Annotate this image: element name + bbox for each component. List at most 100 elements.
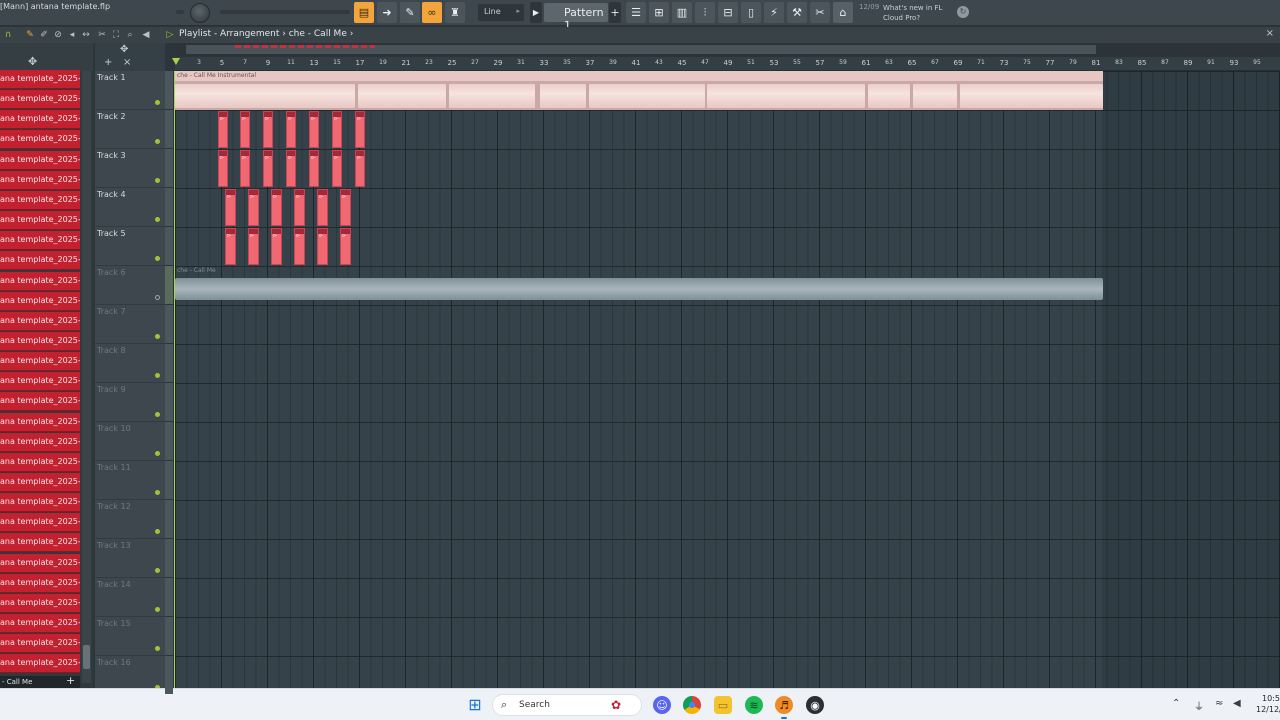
pattern-clip[interactable]: ⊳: [317, 189, 328, 226]
track-header[interactable]: Track 15: [95, 617, 165, 656]
track-header[interactable]: Track 2: [95, 110, 165, 149]
track-resize-handle[interactable]: [165, 110, 173, 148]
playlist-grid[interactable]: che - Call Me Instrumental che - Call Me…: [175, 71, 1280, 688]
track-header[interactable]: Track 1: [95, 71, 165, 110]
channel-item[interactable]: ana template_2025-1...: [0, 170, 80, 190]
channel-item[interactable]: ana template_2025-1...: [0, 634, 80, 654]
track-mute-led[interactable]: [155, 139, 160, 144]
mute-tool-icon[interactable]: ◂: [66, 29, 78, 41]
vocal-audio-clip[interactable]: che - Call Me: [175, 266, 1115, 305]
channel-item[interactable]: ana template_2025-1...: [0, 211, 80, 231]
add-pattern-icon[interactable]: +: [609, 2, 621, 23]
snap-select[interactable]: Line ▸: [478, 4, 524, 21]
channel-item[interactable]: ana template_2025-1...: [0, 291, 80, 311]
track-resize-handle[interactable]: [165, 539, 173, 577]
pattern-clip[interactable]: ⊳: [248, 228, 259, 265]
pattern-clip[interactable]: ⊳: [286, 150, 296, 187]
track-resize-handle[interactable]: [165, 227, 173, 265]
arrow-right-icon[interactable]: ➜: [377, 2, 397, 23]
pattern-clip[interactable]: ⊳: [355, 111, 365, 148]
app-icon[interactable]: ◉: [806, 696, 824, 714]
track-mute-led[interactable]: [155, 334, 160, 339]
channel-item[interactable]: ana template_2025-1...: [0, 130, 80, 150]
brush-icon[interactable]: ✎: [400, 2, 420, 23]
track-resize-handle[interactable]: [165, 500, 173, 538]
channel-item[interactable]: ana template_2025-1...: [0, 311, 80, 331]
track-resize-handle[interactable]: [165, 149, 173, 187]
metronome-icon[interactable]: ♜: [445, 2, 465, 23]
delete-icon[interactable]: ⊘: [52, 29, 64, 41]
channel-item[interactable]: ana template_2025-1...: [0, 251, 80, 271]
chrome-icon[interactable]: ●: [683, 696, 701, 714]
channel-item[interactable]: ana template_2025-1...: [0, 452, 80, 472]
pattern-selector[interactable]: Pattern 1: [544, 3, 608, 32]
windows-start-icon[interactable]: ⊞: [466, 696, 484, 714]
track-mute-led[interactable]: [155, 529, 160, 534]
channel-item[interactable]: ana template_2025-1...: [0, 573, 80, 593]
track-header[interactable]: Track 3: [95, 149, 165, 188]
piano-roll-icon[interactable]: ⊞: [649, 2, 669, 23]
file-explorer-icon[interactable]: ▭: [714, 696, 732, 714]
channel-item[interactable]: ana template_2025-1...: [0, 231, 80, 251]
channel-item[interactable]: ana template_2025-1...: [0, 392, 80, 412]
pattern-clip[interactable]: ⊳: [340, 189, 351, 226]
pattern-clip[interactable]: ⊳: [263, 150, 273, 187]
pattern-clip[interactable]: ⊳: [225, 189, 236, 226]
channel-item[interactable]: ana template_2025-1...: [0, 654, 80, 674]
speaker-icon[interactable]: ◀: [140, 29, 152, 41]
timeline-ruler[interactable]: 3 5 7 9 11 13 15 17 19 21 23 25 27 29 31 33 35 37 39 41 43 45…: [175, 57, 1280, 71]
link-icon[interactable]: ∞: [422, 2, 442, 23]
playlist-view-icon[interactable]: ▤: [354, 2, 374, 23]
pattern-clip[interactable]: ⊳: [271, 228, 282, 265]
clock-date[interactable]: 12/12/: [1256, 705, 1280, 714]
track-mute-led[interactable]: [155, 451, 160, 456]
volume-icon[interactable]: ◀: [1233, 698, 1241, 709]
pattern-clip[interactable]: ⊳: [248, 189, 259, 226]
track-header[interactable]: Track 4: [95, 188, 165, 227]
channel-item[interactable]: ana template_2025-1...: [0, 493, 80, 513]
channel-item[interactable]: ana template_2025-1...: [0, 412, 80, 432]
news-text[interactable]: What's new in FL Cloud Pro?: [883, 3, 953, 23]
track-header[interactable]: Track 14: [95, 578, 165, 617]
track-resize-handle[interactable]: [165, 188, 173, 226]
project-icon[interactable]: ▯: [741, 2, 761, 23]
spotify-icon[interactable]: ≋: [745, 696, 763, 714]
add-track-icon[interactable]: +: [104, 57, 112, 68]
track-header[interactable]: Track 8: [95, 344, 165, 383]
channel-item[interactable]: ana template_2025-1...: [0, 614, 80, 634]
play-arrow-icon[interactable]: ▶: [530, 2, 542, 23]
pattern-clip[interactable]: ⊳: [271, 189, 282, 226]
channel-item[interactable]: ana template_2025-1...: [0, 593, 80, 613]
select-icon[interactable]: ⛶: [110, 29, 122, 41]
main-volume-slider[interactable]: [176, 10, 184, 14]
cart-icon[interactable]: ⌂: [833, 2, 853, 23]
track-mute-led[interactable]: [155, 217, 160, 222]
move-icon[interactable]: ✥: [28, 55, 37, 68]
channel-item[interactable]: ana template_2025-1...: [0, 473, 80, 492]
track-resize-handle[interactable]: [165, 71, 173, 109]
track-mute-led[interactable]: [155, 490, 160, 495]
wrench-icon[interactable]: ✂: [810, 2, 830, 23]
track-mute-led[interactable]: [155, 646, 160, 651]
channel-rack-icon[interactable]: ▥: [672, 2, 692, 23]
pencil-icon[interactable]: ✎: [24, 29, 36, 41]
pattern-clip[interactable]: ⊳: [218, 150, 228, 187]
track-resize-handle[interactable]: [165, 344, 173, 382]
add-channel-icon[interactable]: +: [66, 675, 78, 687]
track-mute-led[interactable]: [155, 178, 160, 183]
clock-time[interactable]: 10:5: [1262, 694, 1280, 703]
channel-item[interactable]: ana template_2025-1...: [0, 352, 80, 372]
wifi-icon[interactable]: ≈: [1215, 698, 1223, 709]
channel-scrollbar-thumb[interactable]: [83, 645, 90, 669]
pattern-clip[interactable]: ⊳: [340, 228, 351, 265]
track-header[interactable]: Track 5: [95, 227, 165, 266]
pattern-clip[interactable]: ⊳: [355, 150, 365, 187]
track-mute-led[interactable]: [155, 412, 160, 417]
channel-item[interactable]: ana template_2025-1...: [0, 110, 80, 130]
track-resize-handle[interactable]: [165, 383, 173, 421]
magnet-icon[interactable]: ∩: [2, 29, 14, 41]
track-header[interactable]: Track 9: [95, 383, 165, 422]
track-mute-led[interactable]: [155, 373, 160, 378]
channel-item[interactable]: ana template_2025-1...: [0, 553, 80, 573]
pattern-clip[interactable]: ⊳: [317, 228, 328, 265]
